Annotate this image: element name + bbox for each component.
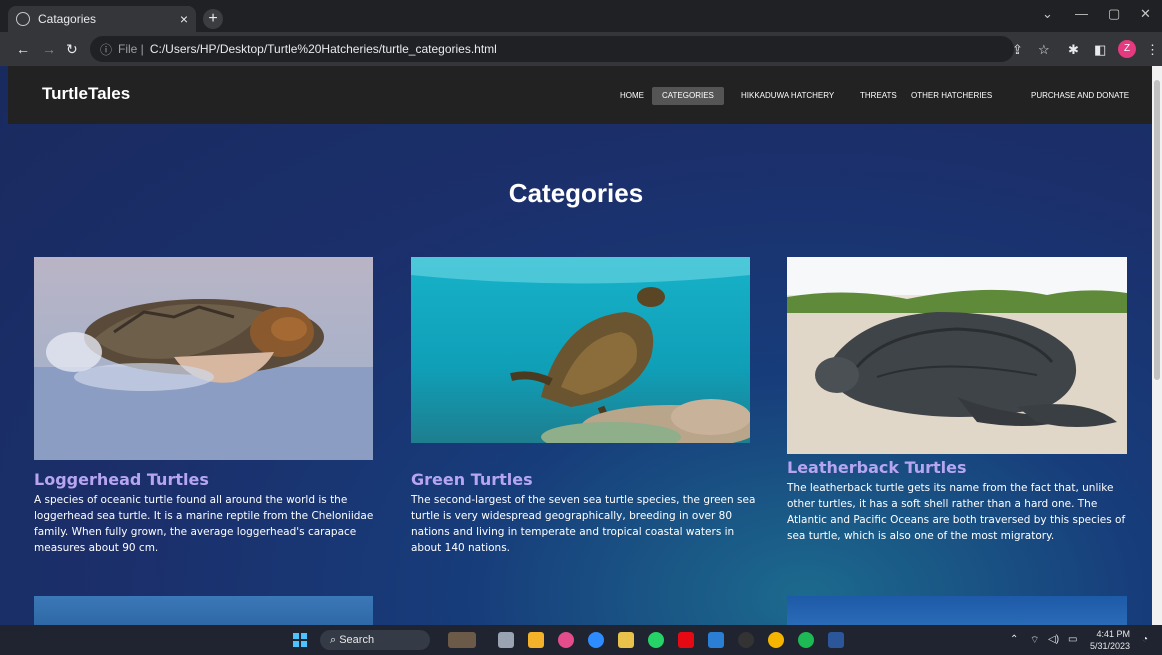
spotify-icon[interactable] xyxy=(798,632,814,648)
netflix-icon[interactable] xyxy=(678,632,694,648)
side-panel-icon[interactable]: ◧ xyxy=(1094,42,1106,58)
scrollbar-thumb[interactable] xyxy=(1154,80,1160,380)
loggerhead-turtle-image xyxy=(34,257,373,460)
address-bar[interactable]: ⓘ File | C:/Users/HP/Desktop/Turtle%20Ha… xyxy=(90,36,1014,62)
tab-close-button[interactable]: × xyxy=(180,11,188,27)
dvd-app-icon[interactable] xyxy=(738,632,754,648)
nav-categories[interactable]: CATEGORIES xyxy=(652,87,724,105)
whatsapp-icon[interactable] xyxy=(648,632,664,648)
nav-threats[interactable]: THREATS xyxy=(850,87,907,105)
forward-button[interactable]: → xyxy=(42,41,56,57)
task-view-icon[interactable] xyxy=(498,632,514,648)
widgets-icon[interactable] xyxy=(448,632,476,648)
close-window-button[interactable]: ✕ xyxy=(1140,6,1151,22)
page-viewport: TurtleTales HOME CATEGORIES HIKKADUWA HA… xyxy=(0,66,1152,625)
taskbar-search-label: Search xyxy=(339,634,375,646)
card-title-green: Green Turtles xyxy=(411,470,533,489)
tab-title: Catagories xyxy=(38,12,97,26)
clock-date: 5/31/2023 xyxy=(1090,641,1131,651)
card-text-leatherback: The leatherback turtle gets its name fro… xyxy=(787,482,1126,542)
extensions-icon[interactable]: ✱ xyxy=(1068,42,1079,58)
nav-hikkaduwa-hatchery[interactable]: HIKKADUWA HATCHERY xyxy=(731,87,844,105)
clock-time: 4:41 PM xyxy=(1096,629,1131,639)
share-icon[interactable]: ⇪ xyxy=(1012,42,1023,58)
battery-icon[interactable]: ▭ xyxy=(1068,634,1077,645)
nav-purchase-and-donate[interactable]: PURCHASE AND DONATE xyxy=(1021,87,1139,105)
site-navbar: TurtleTales HOME CATEGORIES HIKKADUWA HA… xyxy=(8,66,1152,124)
windows-start-icon[interactable] xyxy=(293,633,307,647)
info-icon[interactable]: ⓘ xyxy=(100,41,112,58)
url-text[interactable]: C:/Users/HP/Desktop/Turtle%20Hatcheries/… xyxy=(150,42,497,56)
menu-kebab-icon[interactable]: ⋮ xyxy=(1146,42,1159,58)
file-explorer-icon[interactable] xyxy=(528,632,544,648)
card-title-loggerhead: Loggerhead Turtles xyxy=(34,470,209,489)
new-tab-button[interactable]: + xyxy=(203,9,223,29)
volume-icon[interactable]: ◁) xyxy=(1048,634,1059,645)
taskbar-search-box[interactable]: ⌕ Search xyxy=(320,630,430,650)
wifi-icon[interactable]: ⌔ xyxy=(1030,634,1039,647)
chevron-up-icon[interactable]: ⌃ xyxy=(1010,634,1018,645)
chrome-icon[interactable] xyxy=(768,632,784,648)
card-title-leatherback: Leatherback Turtles xyxy=(787,458,967,477)
search-icon: ⌕ xyxy=(330,634,340,646)
card-text-green: The second-largest of the seven sea turt… xyxy=(411,494,756,554)
leatherback-turtle-image xyxy=(787,257,1127,454)
globe-icon xyxy=(16,12,30,26)
green-turtle-image xyxy=(411,257,750,443)
next-row-image-right xyxy=(787,596,1127,625)
browser-toolbar: ← → ↻ ⓘ File | C:/Users/HP/Desktop/Turtl… xyxy=(0,32,1162,66)
store-icon[interactable] xyxy=(618,632,634,648)
edge-icon[interactable] xyxy=(588,632,604,648)
page-scrollbar[interactable] xyxy=(1152,66,1162,625)
site-logo[interactable]: TurtleTales xyxy=(42,84,130,104)
card-text-loggerhead: A species of oceanic turtle found all ar… xyxy=(34,494,374,554)
bookmark-star-icon[interactable]: ☆ xyxy=(1038,42,1050,58)
nav-other-hatcheries[interactable]: OTHER HATCHERIES xyxy=(901,87,1002,105)
restore-button[interactable]: ▢ xyxy=(1108,6,1120,22)
vscode-icon[interactable] xyxy=(708,632,724,648)
next-row-image-left xyxy=(34,596,373,625)
nav-home[interactable]: HOME xyxy=(610,87,654,105)
browser-tab-bar: Catagories × + ⌄ — ▢ ✕ xyxy=(0,0,1162,32)
minimize-button[interactable]: — xyxy=(1075,6,1088,21)
windows-taskbar: ⌕ Search ⌃ ⌔ ◁) ▭ 4:41 PM 5/31/2023 ◔ xyxy=(0,625,1162,655)
file-label: File | xyxy=(118,42,144,56)
back-button[interactable]: ← xyxy=(16,41,30,57)
word-icon[interactable] xyxy=(828,632,844,648)
page-heading: Categories xyxy=(508,178,644,208)
taskbar-clock[interactable]: 4:41 PM 5/31/2023 xyxy=(1090,628,1130,652)
chevron-down-icon[interactable]: ⌄ xyxy=(1042,6,1053,22)
browser-tab[interactable]: Catagories × xyxy=(8,6,196,32)
reload-button[interactable]: ↻ xyxy=(66,41,78,58)
instagram-icon[interactable] xyxy=(558,632,574,648)
notification-icon[interactable]: ◔ xyxy=(1142,634,1148,645)
profile-avatar[interactable]: Z xyxy=(1118,40,1136,58)
